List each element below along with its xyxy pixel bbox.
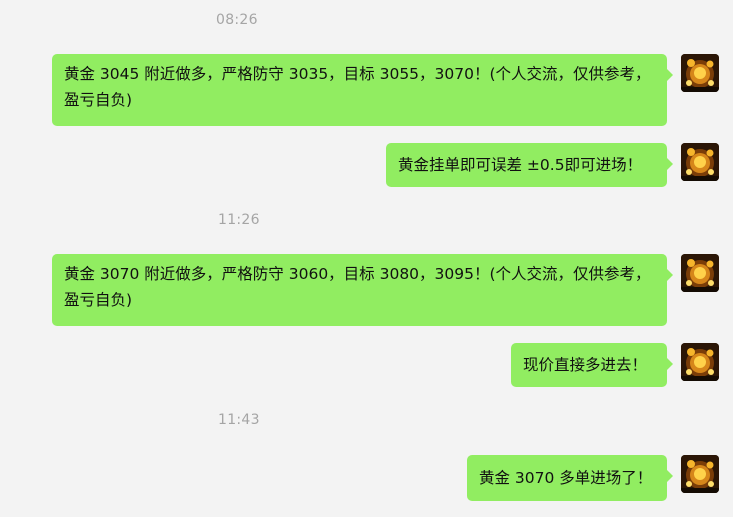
message-bubble[interactable]: 黄金 3045 附近做多，严格防守 3035，目标 3055，3070！(个人交…	[52, 54, 673, 126]
avatar[interactable]	[681, 143, 719, 181]
avatar[interactable]	[681, 343, 719, 381]
avatar-icon	[681, 455, 719, 493]
timestamp: 08:26	[216, 12, 258, 28]
message-bubble[interactable]: 现价直接多进去！	[511, 343, 673, 387]
avatar-icon	[681, 143, 719, 181]
avatar-icon	[681, 343, 719, 381]
avatar-icon	[681, 254, 719, 292]
avatar[interactable]	[681, 54, 719, 92]
timestamp: 11:43	[218, 412, 260, 428]
avatar-icon	[681, 54, 719, 92]
avatar[interactable]	[681, 254, 719, 292]
message-bubble[interactable]: 黄金挂单即可误差 ±0.5即可进场！	[386, 143, 673, 187]
timestamp: 11:26	[218, 212, 260, 228]
message-bubble[interactable]: 黄金 3070 多单进场了！	[467, 455, 673, 501]
avatar[interactable]	[681, 455, 719, 493]
message-bubble[interactable]: 黄金 3070 附近做多，严格防守 3060，目标 3080，3095！(个人交…	[52, 254, 673, 326]
